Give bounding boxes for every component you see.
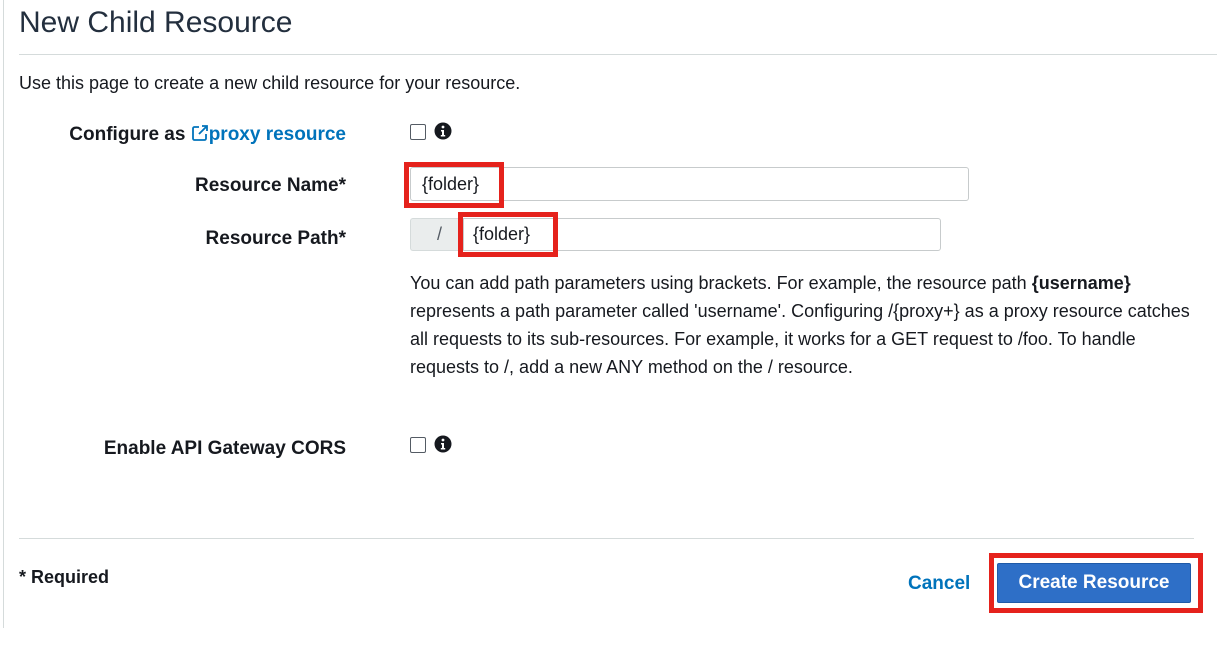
- resource-name-label: Resource Name*: [194, 175, 346, 196]
- proxy-resource-label: Configure as proxy resource: [69, 123, 346, 147]
- resource-path-help: You can add path parameters using bracke…: [410, 269, 1200, 381]
- help-text-bold: {username}: [1031, 273, 1131, 293]
- resource-path-input[interactable]: [463, 218, 941, 251]
- page-title: New Child Resource: [19, 6, 293, 39]
- title-divider: [19, 54, 1217, 55]
- create-resource-button[interactable]: Create Resource: [997, 563, 1191, 603]
- cors-checkbox[interactable]: [410, 437, 426, 453]
- left-border: [3, 0, 4, 628]
- proxy-resource-checkbox[interactable]: [410, 124, 426, 140]
- external-link-icon: [191, 125, 208, 141]
- resource-name-input[interactable]: [410, 167, 969, 201]
- cors-label: Enable API Gateway CORS: [103, 438, 346, 459]
- cancel-button[interactable]: Cancel: [896, 570, 982, 598]
- required-note: * Required: [19, 567, 110, 587]
- proxy-link-text: proxy resource: [208, 124, 346, 145]
- info-icon[interactable]: [434, 435, 452, 453]
- page-intro: Use this page to create a new child reso…: [19, 73, 521, 93]
- help-text-after: represents a path parameter called 'user…: [410, 301, 1190, 377]
- proxy-resource-link[interactable]: proxy resource: [191, 124, 346, 145]
- resource-path-label: Resource Path*: [205, 228, 346, 249]
- info-icon[interactable]: [434, 122, 452, 140]
- help-text-before: You can add path parameters using bracke…: [410, 273, 1032, 293]
- footer-divider: [19, 538, 1194, 539]
- proxy-label-prefix: Configure as: [69, 124, 191, 145]
- resource-path-prefix: /: [410, 218, 464, 251]
